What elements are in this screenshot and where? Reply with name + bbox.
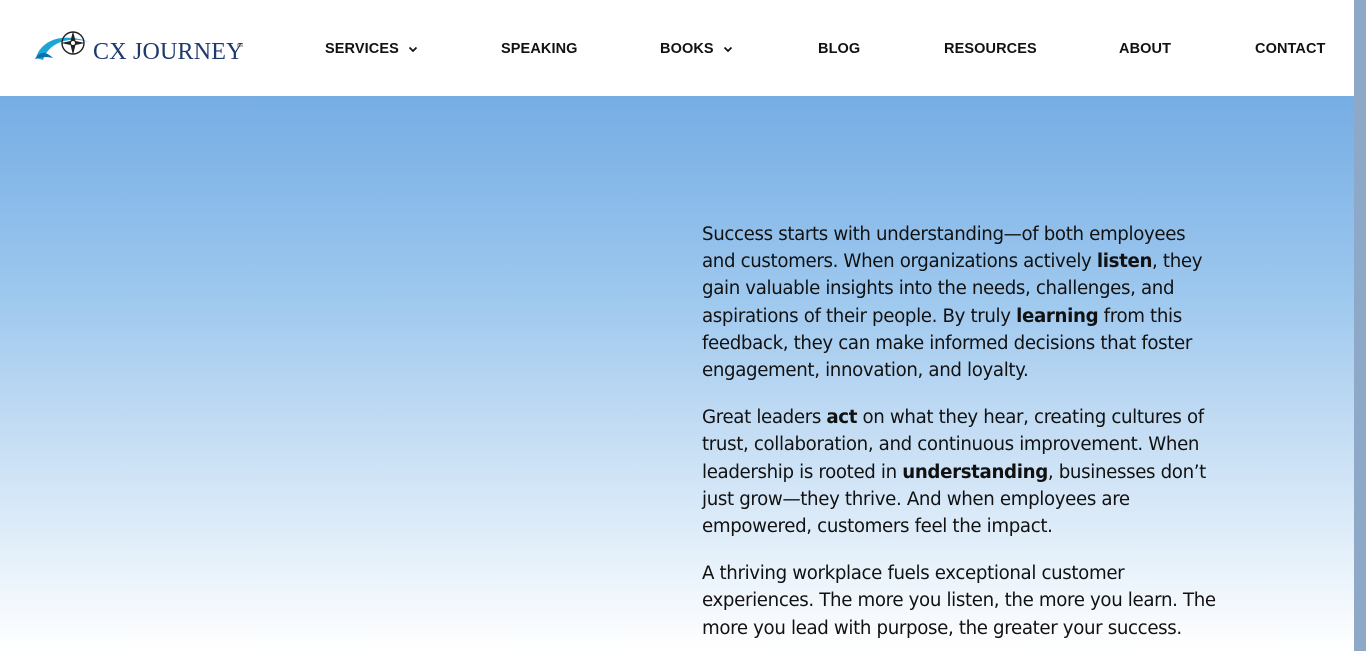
nav-services-label: SERVICES bbox=[325, 41, 399, 57]
nav-blog[interactable]: BLOG bbox=[818, 40, 860, 58]
trademark-symbol: ™ bbox=[236, 44, 243, 51]
nav-about-label: ABOUT bbox=[1119, 41, 1172, 57]
site-header: CX JOURNEY ™ SERVICES SPEAKING BOOKS BLO… bbox=[0, 0, 1354, 96]
nav-contact[interactable]: CONTACT bbox=[1255, 40, 1326, 58]
emphasis-listen: listen bbox=[1096, 251, 1153, 273]
page-scrollbar[interactable] bbox=[1354, 0, 1366, 651]
chevron-down-icon bbox=[408, 46, 417, 53]
nav-contact-label: CONTACT bbox=[1255, 41, 1326, 57]
brand-name: CX JOURNEY bbox=[93, 39, 244, 65]
closing-paragraph: A thriving workplace fuels exceptional c… bbox=[702, 563, 1216, 639]
nav-resources-label: RESOURCES bbox=[944, 41, 1037, 57]
emphasis-understanding: understanding bbox=[902, 461, 1048, 483]
nav-resources[interactable]: RESOURCES bbox=[944, 40, 1037, 58]
intro-paragraph: Success starts with understanding—of bot… bbox=[702, 224, 1203, 382]
chevron-down-icon bbox=[723, 46, 732, 53]
emphasis-learning: learning bbox=[1016, 305, 1099, 327]
hero-copy: Success starts with understanding—of bot… bbox=[702, 221, 1222, 651]
nav-books-label: BOOKS bbox=[660, 41, 714, 57]
nav-speaking-label: SPEAKING bbox=[501, 41, 578, 57]
nav-about[interactable]: ABOUT bbox=[1119, 40, 1171, 58]
leadership-paragraph: Great leaders act on what they hear, cre… bbox=[702, 407, 1206, 538]
nav-speaking[interactable]: SPEAKING bbox=[501, 40, 578, 58]
emphasis-act: act bbox=[826, 407, 858, 429]
nav-services[interactable]: SERVICES bbox=[325, 40, 419, 58]
brand-logo[interactable]: CX JOURNEY ™ bbox=[33, 28, 245, 68]
nav-books[interactable]: BOOKS bbox=[660, 40, 734, 58]
compass-swoosh-icon bbox=[35, 31, 89, 60]
nav-blog-label: BLOG bbox=[818, 41, 861, 57]
